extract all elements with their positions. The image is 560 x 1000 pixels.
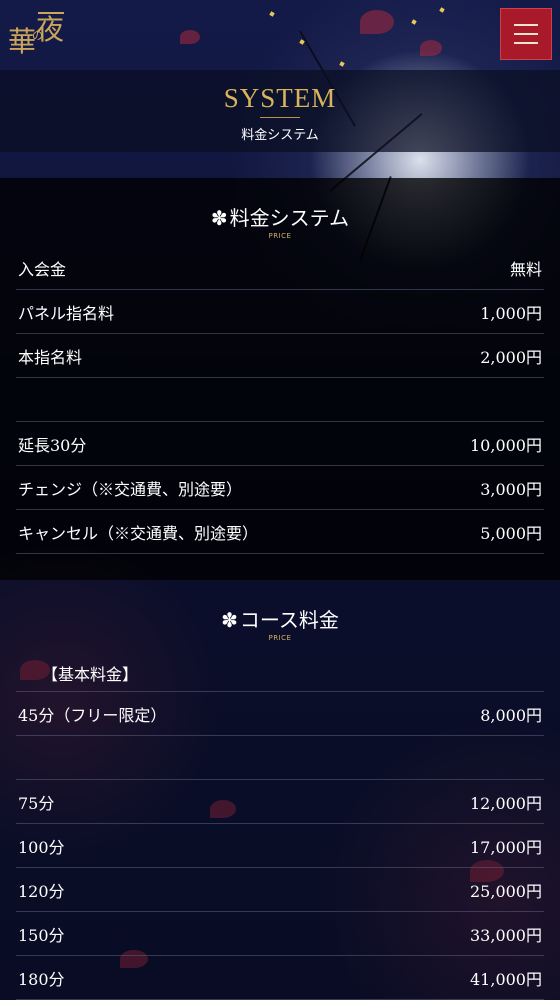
page-title: SYSTEM: [223, 83, 337, 113]
table-row: 45分（フリー限定） 8,000円: [16, 692, 544, 736]
flower-icon: ✽: [221, 608, 238, 632]
row-value: 1,000円: [480, 303, 542, 323]
row-label: チェンジ（※交通費、別途要）: [18, 479, 243, 499]
row-label: 延長30分: [18, 435, 87, 455]
table-row: チェンジ（※交通費、別途要） 3,000円: [16, 466, 544, 510]
row-label: 45分（フリー限定）: [18, 705, 167, 725]
table-row: 延長30分 10,000円: [16, 422, 544, 466]
row-value: 5,000円: [480, 523, 542, 543]
table-row: 180分 41,000円: [16, 956, 544, 1000]
course-subhead: 【基本料金】: [16, 654, 544, 692]
row-value: 41,000円: [470, 969, 542, 989]
hamburger-menu-button[interactable]: [500, 8, 552, 60]
row-label: キャンセル（※交通費、別途要）: [18, 523, 259, 543]
row-label: 本指名料: [18, 347, 83, 367]
row-value: 8,000円: [480, 705, 542, 725]
price-table: 入会金 無料 パネル指名料 1,000円 本指名料 2,000円 延長30分 1…: [16, 246, 544, 554]
table-row: キャンセル（※交通費、別途要） 5,000円: [16, 510, 544, 554]
row-label: 150分: [18, 925, 65, 945]
row-value: 無料: [509, 259, 542, 279]
row-label: 100分: [18, 837, 65, 857]
row-value: 33,000円: [470, 925, 542, 945]
row-value: 17,000円: [470, 837, 542, 857]
row-value: 25,000円: [470, 881, 542, 901]
row-label: 入会金: [18, 259, 67, 279]
table-row: 75分 12,000円: [16, 780, 544, 824]
table-row: 150分 33,000円: [16, 912, 544, 956]
table-row: パネル指名料 1,000円: [16, 290, 544, 334]
table-row: 120分 25,000円: [16, 868, 544, 912]
table-row: 100分 17,000円: [16, 824, 544, 868]
table-row-empty: [16, 378, 544, 422]
course-table: 【基本料金】 45分（フリー限定） 8,000円 75分 12,000円 100…: [16, 654, 544, 1000]
price-section-title: 料金システム: [229, 206, 350, 230]
row-value: 10,000円: [470, 435, 542, 455]
table-row-empty: [16, 736, 544, 780]
row-value: 12,000円: [470, 793, 542, 813]
price-section-heading: ✽ 料金システム PRICE: [0, 202, 560, 240]
row-label: 180分: [18, 969, 65, 989]
page-title-band: SYSTEM 料金システム: [0, 70, 560, 152]
page-subtitle: 料金システム: [241, 128, 319, 143]
hamburger-icon: [514, 24, 538, 26]
row-value: 3,000円: [480, 479, 542, 499]
course-section-title: コース料金: [239, 608, 339, 632]
site-header: 華 の 夜: [0, 0, 560, 70]
hamburger-icon-bar: [514, 42, 538, 44]
table-row: 入会金 無料: [16, 246, 544, 290]
row-label: パネル指名料: [18, 303, 115, 323]
site-logo[interactable]: 華 の 夜: [8, 8, 68, 64]
course-section-heading: ✽ コース料金 PRICE: [0, 604, 560, 642]
hamburger-icon-bar: [514, 33, 538, 35]
row-label: 120分: [18, 881, 65, 901]
table-row: 本指名料 2,000円: [16, 334, 544, 378]
price-section-sub: PRICE: [268, 232, 292, 240]
course-section-sub: PRICE: [268, 634, 292, 642]
row-value: 2,000円: [480, 347, 542, 367]
title-divider: [260, 117, 300, 118]
logo-char-3: 夜: [36, 13, 65, 46]
flower-icon: ✽: [210, 206, 228, 230]
course-price-section: ✽ コース料金 PRICE 【基本料金】 45分（フリー限定） 8,000円 75…: [0, 580, 560, 1000]
price-system-section: ✽ 料金システム PRICE 入会金 無料 パネル指名料 1,000円 本指名料 …: [0, 178, 560, 580]
row-label: 75分: [18, 793, 55, 813]
